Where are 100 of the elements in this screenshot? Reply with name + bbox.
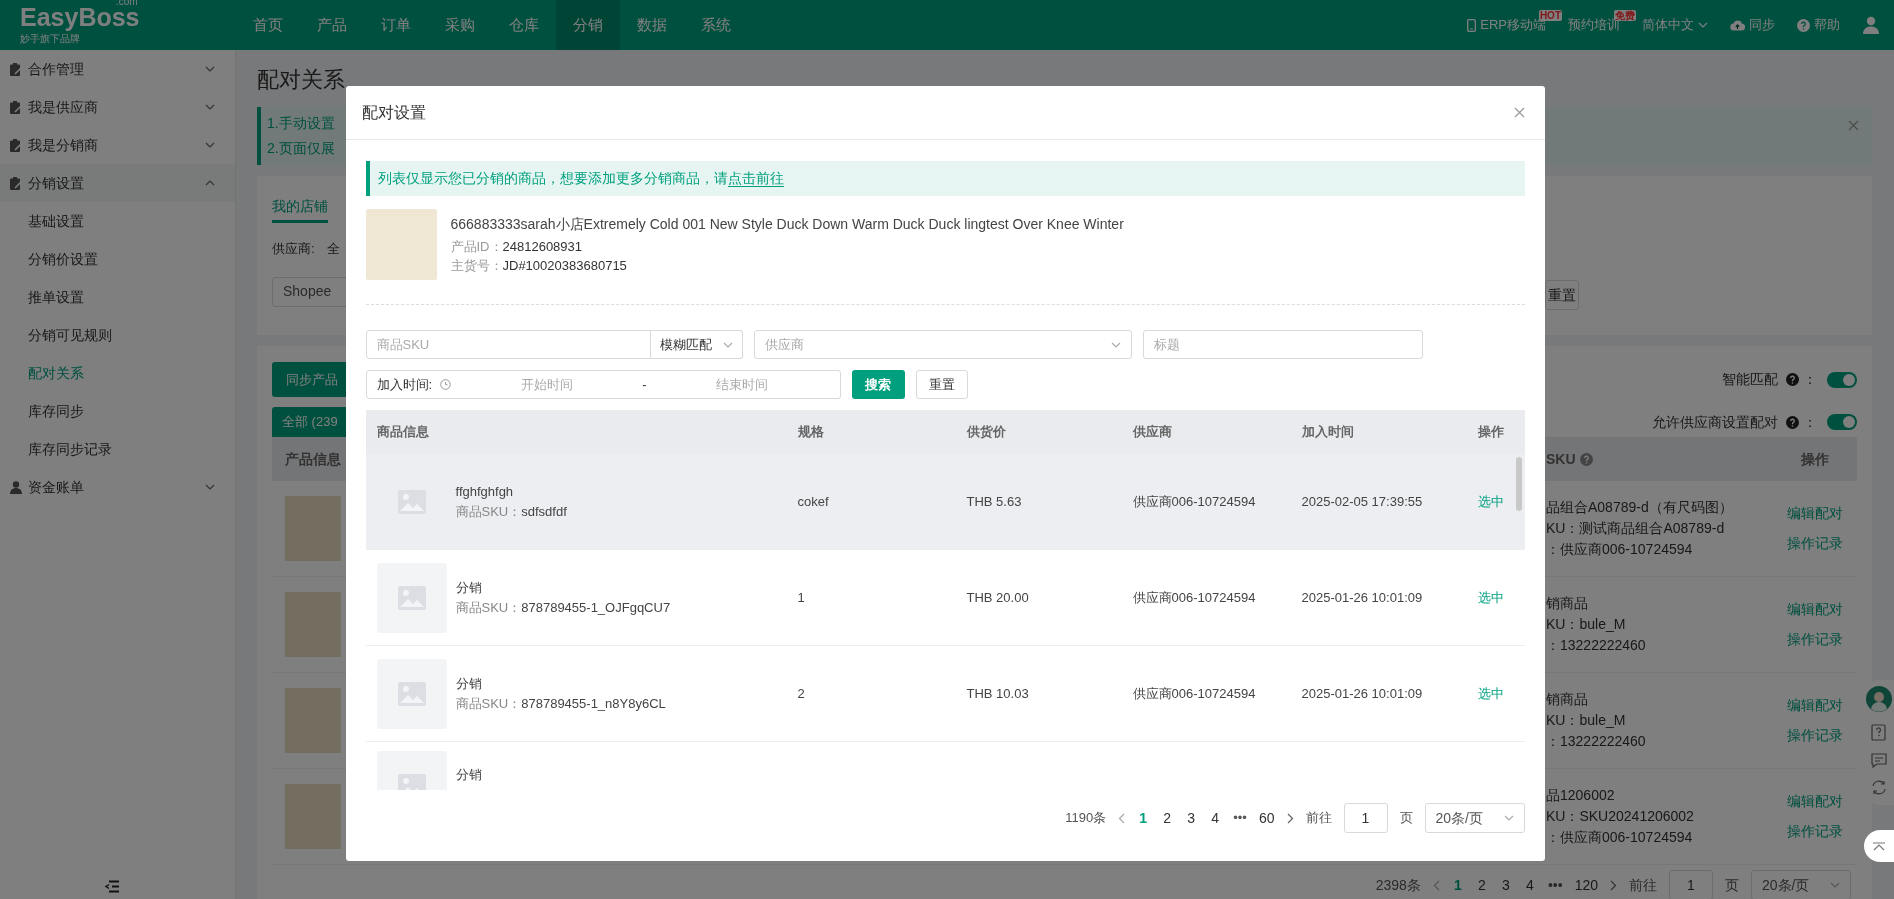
- page-number[interactable]: 4: [1209, 807, 1222, 829]
- nav-menu-item[interactable]: 数据: [620, 0, 684, 50]
- close-icon[interactable]: [1513, 107, 1525, 118]
- phone-icon: [1467, 18, 1477, 32]
- ellipsis-text: •••: [1547, 875, 1563, 895]
- page-number[interactable]: 120: [1574, 874, 1598, 896]
- page-number[interactable]: 3: [1185, 807, 1198, 829]
- nav-tool-link[interactable]: 同步: [1730, 15, 1775, 35]
- column-header: SKU: [1546, 449, 1576, 469]
- logo-suffix: .com: [115, 0, 138, 7]
- page-unit: 页: [1399, 809, 1413, 828]
- sku-text: 品1206002: [1546, 786, 1616, 805]
- field-label: 商品SKU：: [455, 694, 522, 713]
- page-unit: 页: [1725, 875, 1739, 895]
- chat-icon[interactable]: [1871, 753, 1887, 768]
- end-date-field[interactable]: 结束时间: [654, 373, 830, 396]
- sku-text: KU：bule_M: [1546, 711, 1627, 730]
- title-field[interactable]: 标题: [1142, 330, 1423, 359]
- nav-menu-item[interactable]: 首页: [236, 0, 300, 50]
- product-photo-placeholder: [285, 592, 341, 657]
- toggle-switch[interactable]: [1827, 371, 1857, 388]
- avatar-icon[interactable]: [1866, 686, 1892, 712]
- reset-button[interactable]: 重置: [1545, 280, 1579, 310]
- scrollbar[interactable]: [1515, 457, 1522, 511]
- table-cell: 供应商006-10724594: [1132, 589, 1256, 605]
- help-icon: [1786, 373, 1799, 386]
- supplier-select[interactable]: 供应商: [753, 330, 1132, 359]
- action-link[interactable]: 编辑配对: [1786, 695, 1843, 716]
- sidebar-group-label: 分销设置: [28, 173, 84, 193]
- reset-button[interactable]: 重置: [915, 370, 968, 399]
- column-header: 规格: [797, 424, 824, 440]
- select-link[interactable]: 选中: [1477, 587, 1504, 608]
- sku-field[interactable]: 商品SKU: [365, 330, 651, 359]
- nav-menu-item[interactable]: 采购: [428, 0, 492, 50]
- column-header: 供应商: [1132, 424, 1172, 440]
- start-date-field[interactable]: 开始时间: [459, 373, 635, 396]
- page-size-select[interactable]: 20条/页: [1424, 803, 1525, 833]
- action-link[interactable]: 编辑配对: [1786, 791, 1843, 812]
- image-placeholder: [376, 658, 447, 729]
- table-cell: 1: [797, 589, 805, 605]
- column-header: 商品信息: [376, 424, 429, 440]
- clipboard-icon: [10, 100, 22, 114]
- chevron-right-icon[interactable]: [1286, 812, 1294, 824]
- nav-menu-item[interactable]: 系统: [684, 0, 748, 50]
- column-header: 操作: [1800, 449, 1829, 469]
- go-link[interactable]: 点击前往: [727, 170, 784, 187]
- chevron-left-icon[interactable]: [1432, 879, 1440, 891]
- column-header: 操作: [1477, 424, 1504, 440]
- user-avatar-icon[interactable]: [1862, 16, 1880, 34]
- page-number[interactable]: 2: [1161, 807, 1174, 829]
- nav-menu-item[interactable]: 订单: [364, 0, 428, 50]
- nav-menu-item[interactable]: 产品: [300, 0, 364, 50]
- chevron-left-icon[interactable]: [1118, 812, 1126, 824]
- all-tab[interactable]: 全部 (239: [272, 407, 348, 437]
- field-label: 主货号：: [450, 257, 503, 275]
- action-link[interactable]: 操作记录: [1786, 629, 1843, 650]
- page-number[interactable]: 2: [1475, 874, 1488, 896]
- action-link[interactable]: 操作记录: [1786, 725, 1843, 746]
- store-tab[interactable]: 我的店铺: [272, 196, 328, 223]
- nav-tool-link[interactable]: 简体中文: [1642, 15, 1708, 35]
- action-link[interactable]: 编辑配对: [1786, 599, 1843, 620]
- action-link[interactable]: 操作记录: [1786, 533, 1843, 554]
- select-link[interactable]: 选中: [1477, 491, 1504, 512]
- logo-tagline: 妙手旗下品牌: [20, 33, 80, 45]
- goto-label: 前往: [1629, 875, 1657, 895]
- back-to-top-button[interactable]: [1864, 830, 1894, 862]
- page-number[interactable]: 60: [1258, 807, 1275, 829]
- select-link[interactable]: 选中: [1477, 683, 1504, 704]
- sku-text: 品组合A08789-d（有尺码图）: [1546, 498, 1734, 517]
- sku-text: KU：测试商品组合A08789-d: [1546, 519, 1726, 538]
- toggle-switch[interactable]: [1827, 414, 1857, 430]
- help-book-icon[interactable]: [1871, 724, 1887, 741]
- date-range-field[interactable]: 加入时间: 开始时间 - 结束时间: [365, 370, 841, 399]
- nav-menu-item[interactable]: 仓库: [492, 0, 556, 50]
- filter-option[interactable]: 全: [326, 239, 340, 259]
- sidebar-group[interactable]: 分销设置: [0, 164, 235, 202]
- table-cell: 2025-01-26 10:01:09: [1301, 589, 1423, 605]
- colon-text: ：: [1803, 370, 1817, 389]
- product-name: 分销: [455, 578, 483, 597]
- page-number[interactable]: 1: [1137, 807, 1150, 829]
- action-link[interactable]: 操作记录: [1786, 821, 1843, 842]
- page-number[interactable]: 4: [1523, 874, 1536, 896]
- product-photo-placeholder: [285, 784, 341, 849]
- nav-tool-link[interactable]: 帮助: [1797, 15, 1840, 35]
- close-icon[interactable]: [1848, 120, 1859, 131]
- page-number[interactable]: 1: [1451, 874, 1464, 896]
- page-input[interactable]: 1: [1343, 803, 1388, 833]
- page-size-select[interactable]: 20条/页: [1751, 870, 1851, 899]
- match-mode-select[interactable]: 模糊匹配: [650, 330, 743, 359]
- page-input[interactable]: 1: [1669, 870, 1713, 899]
- search-button[interactable]: 搜索: [851, 370, 905, 399]
- caret-icon: [1110, 341, 1121, 348]
- refresh-icon[interactable]: [1871, 780, 1887, 795]
- colon-text: ：: [1803, 412, 1817, 432]
- nav-menu-item[interactable]: 分销: [556, 0, 620, 50]
- chevron-right-icon[interactable]: [1610, 879, 1617, 891]
- action-link[interactable]: 编辑配对: [1786, 503, 1843, 524]
- field-label: 商品SKU：: [455, 502, 522, 521]
- collapse-menu-icon[interactable]: [103, 880, 120, 893]
- page-number[interactable]: 3: [1499, 874, 1512, 896]
